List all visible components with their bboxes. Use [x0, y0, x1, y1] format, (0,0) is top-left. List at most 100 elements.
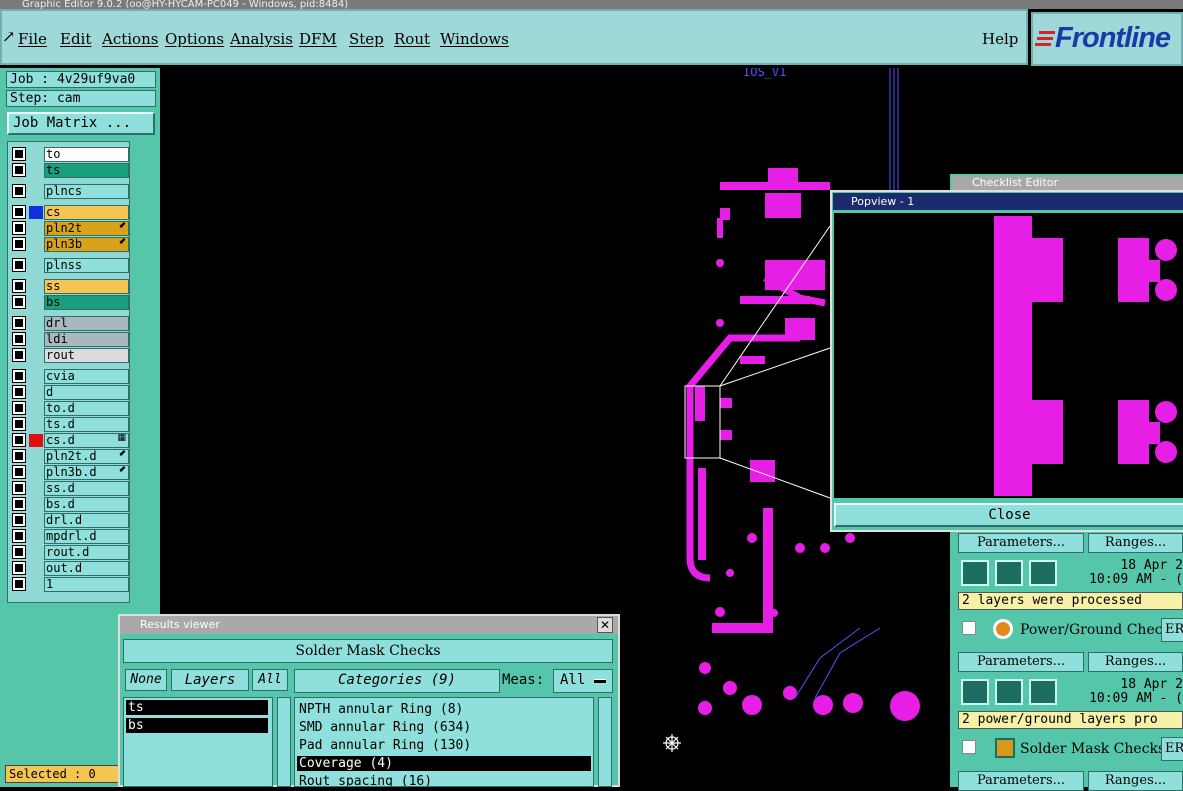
layer-name[interactable]: pln2t.d — [44, 449, 129, 464]
layer-name[interactable]: plnss — [44, 258, 129, 273]
layer-checkbox[interactable] — [12, 497, 26, 511]
layer-checkbox[interactable] — [12, 385, 26, 399]
categories-tab[interactable]: Categories (9) — [294, 669, 500, 693]
layer-row-out-d[interactable]: out.d — [10, 561, 129, 576]
layer-color-swatch[interactable] — [29, 498, 43, 511]
layer-color-swatch[interactable] — [29, 296, 43, 309]
layer-checkbox[interactable] — [12, 316, 26, 330]
layer-color-swatch[interactable] — [29, 418, 43, 431]
layer-color-swatch[interactable] — [29, 386, 43, 399]
layer-row-d[interactable]: d — [10, 385, 129, 400]
layer-checkbox[interactable] — [12, 449, 26, 463]
layer-row-ts[interactable]: ts — [10, 163, 129, 178]
layer-checkbox[interactable] — [12, 465, 26, 479]
layer-name[interactable]: pln3b — [44, 237, 129, 252]
layer-color-swatch[interactable] — [29, 317, 43, 330]
layer-row-bs-d[interactable]: bs.d — [10, 497, 129, 512]
layer-color-swatch[interactable] — [29, 238, 43, 251]
check-enable-power-ground[interactable] — [962, 621, 976, 635]
layer-list-scrollbar[interactable] — [277, 697, 291, 787]
layer-row-plnss[interactable]: plnss — [10, 258, 129, 273]
layer-checkbox[interactable] — [12, 221, 26, 235]
results-close-icon[interactable]: ✕ — [597, 617, 613, 633]
menu-dfm[interactable]: DFM — [299, 30, 337, 48]
menu-windows[interactable]: Windows — [440, 30, 509, 48]
layer-row-ldi[interactable]: ldi — [10, 332, 129, 347]
layer-name[interactable]: ss.d — [44, 481, 129, 496]
layer-row-ts-d[interactable]: ts.d — [10, 417, 129, 432]
layer-checkbox[interactable] — [12, 545, 26, 559]
parameters-button-2[interactable]: Parameters... — [958, 652, 1084, 672]
layer-name[interactable]: drl.d — [44, 513, 129, 528]
layer-checkbox[interactable] — [12, 163, 26, 177]
layer-row-pln3b-d[interactable]: pln3b.d ⬋ — [10, 465, 129, 480]
layer-name[interactable]: cs.d — [44, 433, 129, 448]
layer-name[interactable]: ts — [44, 163, 129, 178]
layer-name[interactable]: out.d — [44, 561, 129, 576]
layer-color-swatch[interactable] — [29, 280, 43, 293]
menu-file[interactable]: File — [18, 30, 47, 48]
ranges-button-1[interactable]: Ranges... — [1088, 533, 1183, 553]
parameters-button-3[interactable]: Parameters... — [958, 771, 1084, 791]
layer-color-swatch[interactable] — [29, 562, 43, 575]
parameters-button-1[interactable]: Parameters... — [958, 533, 1084, 553]
meas-select[interactable]: All — [553, 669, 613, 693]
layer-color-swatch[interactable] — [29, 370, 43, 383]
run-all-icon[interactable] — [995, 560, 1023, 586]
menu-step[interactable]: Step — [349, 30, 384, 48]
layer-checkbox[interactable] — [12, 205, 26, 219]
layer-row-ss-d[interactable]: ss.d — [10, 481, 129, 496]
layer-row-cs-d[interactable]: cs.d ▦ — [10, 433, 129, 448]
layer-name[interactable]: ts.d — [44, 417, 129, 432]
run-all-icon-2[interactable] — [995, 679, 1023, 705]
layer-row-plncs[interactable]: plncs — [10, 184, 129, 199]
layer-color-swatch[interactable] — [29, 349, 43, 362]
layer-name[interactable]: plncs — [44, 184, 129, 199]
layer-checkbox[interactable] — [12, 481, 26, 495]
layer-color-swatch[interactable] — [29, 148, 43, 161]
list-item-layer[interactable]: ts — [126, 700, 268, 715]
layer-row-rout-d[interactable]: rout.d — [10, 545, 129, 560]
layer-name[interactable]: 1 — [44, 577, 129, 592]
menu-analysis[interactable]: Analysis — [230, 30, 293, 48]
layer-row-cs[interactable]: cs — [10, 205, 129, 220]
layer-name[interactable]: ldi — [44, 332, 129, 347]
layer-checkbox[interactable] — [12, 401, 26, 415]
ranges-button-2[interactable]: Ranges... — [1088, 652, 1183, 672]
check-enable-solder-mask[interactable] — [962, 740, 976, 754]
layer-color-swatch[interactable] — [29, 333, 43, 346]
layer-checkbox[interactable] — [12, 184, 26, 198]
layer-row-rout[interactable]: rout — [10, 348, 129, 363]
ranges-button-3[interactable]: Ranges... — [1088, 771, 1183, 791]
layer-row-cvia[interactable]: cvia — [10, 369, 129, 384]
layer-name[interactable]: bs.d — [44, 497, 129, 512]
layer-row-mpdrl-d[interactable]: mpdrl.d — [10, 529, 129, 544]
layer-checkbox[interactable] — [12, 369, 26, 383]
popview-close-button[interactable]: Close — [834, 503, 1183, 527]
layer-name[interactable]: bs — [44, 295, 129, 310]
layer-color-swatch[interactable] — [29, 206, 43, 219]
layer-checkbox[interactable] — [12, 513, 26, 527]
layer-checkbox[interactable] — [12, 237, 26, 251]
category-item[interactable]: NPTH annular Ring (8) — [297, 702, 591, 717]
menu-help[interactable]: Help — [982, 30, 1018, 48]
none-button[interactable]: None — [125, 669, 167, 691]
layer-row-ss[interactable]: ss — [10, 279, 129, 294]
all-button[interactable]: All — [252, 669, 288, 691]
layer-checkbox[interactable] — [12, 417, 26, 431]
layer-color-swatch[interactable] — [29, 450, 43, 463]
layer-row-1[interactable]: 1 — [10, 577, 129, 592]
job-matrix-button[interactable]: Job Matrix ... — [7, 112, 155, 135]
run-icon[interactable] — [961, 560, 989, 586]
layer-color-swatch[interactable] — [29, 530, 43, 543]
layer-name[interactable]: to — [44, 147, 129, 162]
layer-checkbox[interactable] — [12, 348, 26, 362]
menu-options[interactable]: Options — [165, 30, 224, 48]
layer-color-swatch[interactable] — [29, 482, 43, 495]
layer-name[interactable]: pln2t — [44, 221, 129, 236]
layer-checkbox[interactable] — [12, 147, 26, 161]
layer-name[interactable]: mpdrl.d — [44, 529, 129, 544]
layer-row-pln2t[interactable]: pln2t ⬋ — [10, 221, 129, 236]
list-item-layer[interactable]: bs — [126, 718, 268, 733]
layer-color-swatch[interactable] — [29, 402, 43, 415]
